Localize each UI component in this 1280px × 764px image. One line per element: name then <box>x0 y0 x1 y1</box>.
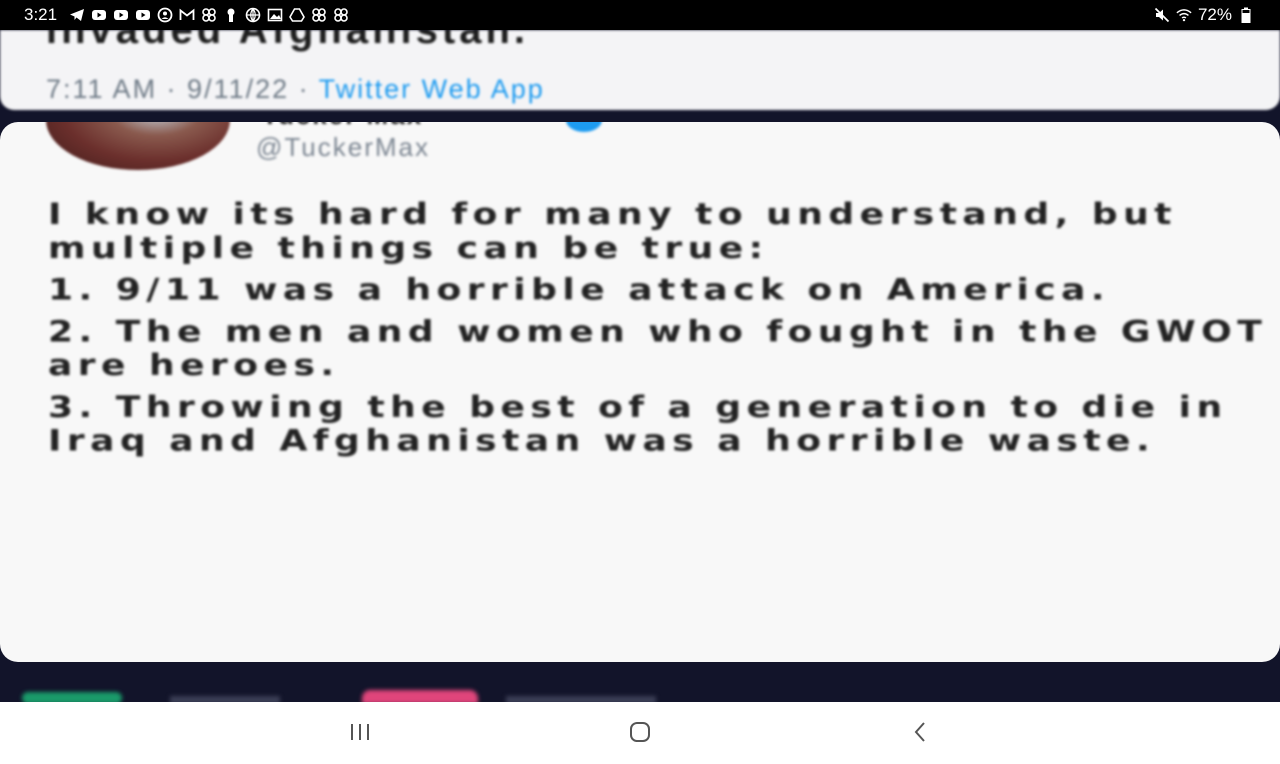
gallery-icon <box>267 7 283 23</box>
tweet-paragraph: 2. The men and women who fought in the G… <box>48 315 1268 383</box>
retweet-icon <box>22 692 122 702</box>
status-bar-left: 3:21 <box>24 5 349 25</box>
tweet-timestamp: 7:11 AM · 9/11/22 · <box>46 74 319 104</box>
tweet-source-app: Twitter Web App <box>318 74 545 104</box>
gmail-icon <box>179 7 195 23</box>
tweet-card-inner: Tucker Max @TuckerMax I know its hard fo… <box>0 122 1280 662</box>
tweet-paragraph: I know its hard for many to understand, … <box>48 198 1177 266</box>
status-bar: 3:21 72% <box>0 0 1280 30</box>
avatar <box>46 122 230 170</box>
telegram-icon <box>69 7 85 23</box>
status-bar-right: 72% <box>1154 5 1254 25</box>
tweet-card-top: invaded Afghanistan. 7:11 AM · 9/11/22 ·… <box>0 30 1280 110</box>
recents-button[interactable] <box>330 718 390 750</box>
battery-icon <box>1238 7 1254 23</box>
tweet-body: I know its hard for many to understand, … <box>48 198 1268 466</box>
tweet-paragraph: 1. 9/11 was a horrible attack on America… <box>48 273 1111 308</box>
home-button[interactable] <box>610 718 670 750</box>
tweet-paragraph: 3. Throwing the best of a generation to … <box>48 390 1228 458</box>
author-handle: @TuckerMax <box>256 132 431 162</box>
tweet-card: Tucker Max @TuckerMax I know its hard fo… <box>0 122 1280 662</box>
mute-icon <box>1154 7 1170 23</box>
author-name: Tucker Max <box>262 122 423 131</box>
recents-icon <box>349 722 371 746</box>
heart-icon <box>362 690 478 702</box>
pinwheel-icon <box>333 7 349 23</box>
back-icon <box>912 720 928 748</box>
wifi-icon <box>1176 7 1192 23</box>
drive-icon <box>289 7 306 23</box>
youtube-icon <box>91 7 107 23</box>
status-time: 3:21 <box>24 5 58 24</box>
screenshot-image: invaded Afghanistan. 7:11 AM · 9/11/22 ·… <box>0 30 1280 702</box>
navigation-bar <box>0 702 1280 764</box>
tweet-actions <box>0 690 1280 702</box>
battery-level: 72% <box>1197 5 1232 24</box>
clipped-tweet-text: invaded Afghanistan. <box>46 30 530 52</box>
youtube-icon <box>113 7 129 23</box>
youtube-icon <box>135 7 151 23</box>
tweet-meta: 7:11 AM · 9/11/22 · Twitter Web App <box>46 74 545 105</box>
privacy-icon <box>157 7 173 23</box>
home-icon <box>628 720 652 748</box>
globe-icon <box>245 7 261 23</box>
verified-badge-icon <box>566 122 602 132</box>
keyhole-icon <box>223 7 239 23</box>
pinwheel-icon <box>201 7 217 23</box>
pinwheel-icon <box>311 7 327 23</box>
back-button[interactable] <box>890 718 950 750</box>
